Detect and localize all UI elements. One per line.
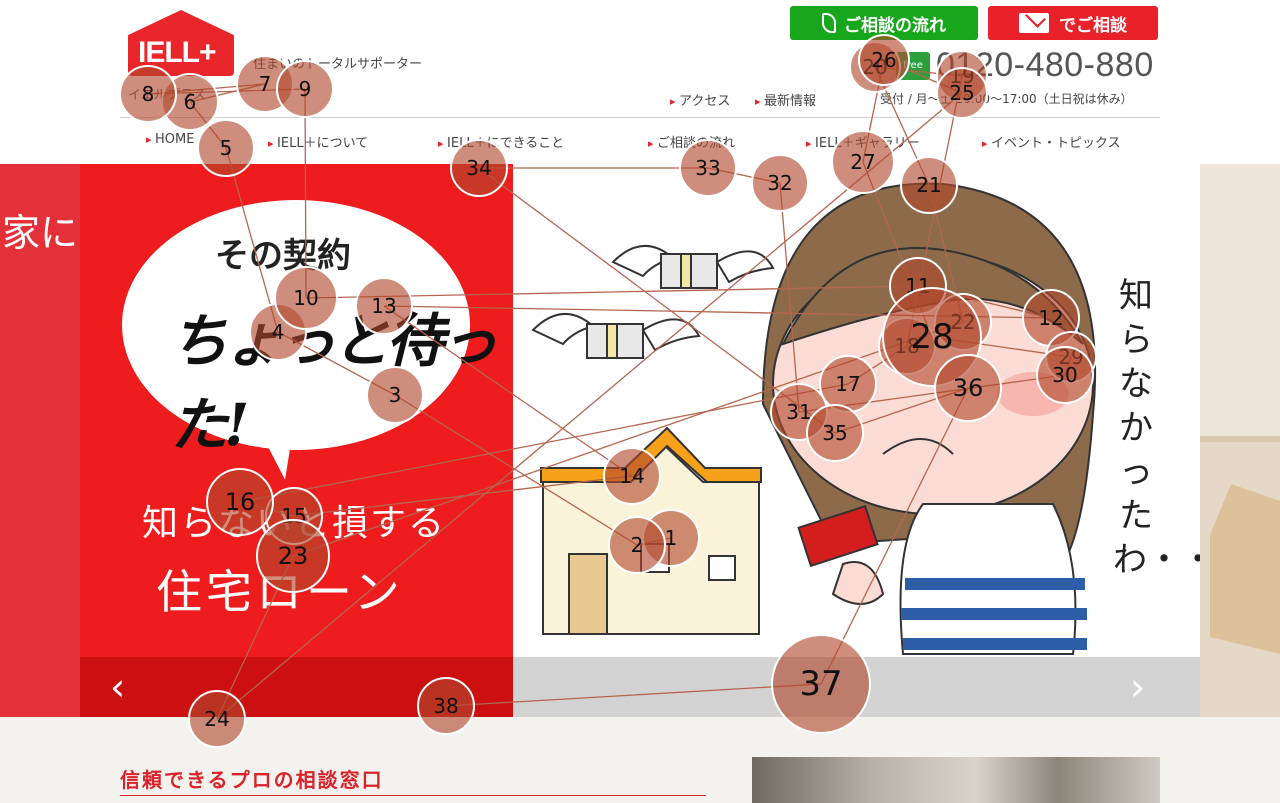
site-header: IELL+ イエルプラス 住まいのトータルサポーター ご相談の流れ でご相談 f… (0, 0, 1280, 164)
next-slide-peek (1200, 164, 1280, 717)
bubble-line-1: その契約 (215, 236, 351, 276)
hero-subheading: 知らないと損する (142, 503, 447, 544)
tagline: 住まいのトータルサポーター (253, 57, 423, 72)
hero-vertical-text: 知らなかったわ・・・ (1113, 276, 1249, 580)
house-icon (540, 426, 762, 635)
logo-ruby: イエルプラス (128, 88, 206, 103)
mail-consult-button[interactable]: でご相談 (988, 6, 1158, 40)
nav-home[interactable]: HOME (146, 132, 194, 147)
woman-illustration (761, 182, 1097, 655)
illustration-svg (531, 182, 1097, 655)
hero-heading: 住宅ローン (156, 565, 404, 619)
nav-services[interactable]: IELL＋にできること (438, 132, 564, 151)
business-hours: 受付 / 月～土 10:00～17:00（土日祝は休み） (880, 92, 1133, 106)
previous-slide-peek: 家に (0, 164, 80, 717)
slider-controls: ‹ › (80, 657, 1200, 717)
hero-illustration (513, 164, 1200, 657)
consultation-photo (752, 757, 1160, 803)
nav-gallery[interactable]: IELL＋ギャラリー (806, 132, 920, 151)
section-title-underline (120, 795, 706, 796)
page: IELL+ イエルプラス 住まいのトータルサポーター ご相談の流れ でご相談 f… (0, 0, 1280, 803)
freedial-icon: free dial (896, 52, 930, 99)
mail-icon (1019, 13, 1049, 33)
site-logo[interactable]: IELL+ (128, 10, 234, 76)
slider-bar-left (80, 657, 513, 717)
section-title: 信頼できるプロの相談窓口 (120, 768, 384, 792)
consultation-flow-label: ご相談の流れ (844, 15, 946, 36)
nav-about[interactable]: IELL＋について (268, 132, 368, 151)
news-link[interactable]: 最新情報 (755, 90, 816, 109)
consultation-flow-button[interactable]: ご相談の流れ (790, 6, 978, 40)
wooden-blocks (1210, 484, 1280, 654)
flying-money-icon (611, 244, 775, 289)
hero-slider: 家に その契約 ちょっと待った! 知らないと損する 住宅ローン 知らなかったわ … (0, 164, 1280, 717)
access-link[interactable]: アクセス (670, 90, 730, 109)
header-divider (120, 117, 1160, 118)
nav-consultation-flow[interactable]: ご相談の流れ (648, 132, 735, 151)
slider-next-arrow-icon[interactable]: › (1130, 665, 1145, 709)
mail-consult-label: でご相談 (1059, 15, 1127, 36)
phone-number[interactable]: 0120-480-880 (936, 46, 1154, 85)
logo-text: IELL+ (138, 36, 217, 69)
flying-money-icon (531, 312, 701, 359)
next-slide-shelf (1200, 164, 1280, 442)
bubble-line-2: ちょっと待った! (170, 307, 498, 459)
beginner-leaf-icon (822, 13, 836, 33)
slider-bar-right (513, 657, 1200, 717)
hero-red-panel: その契約 ちょっと待った! 知らないと損する 住宅ローン (80, 164, 513, 717)
nav-events[interactable]: イベント・トピックス (982, 132, 1121, 151)
slider-prev-arrow-icon[interactable]: ‹ (110, 665, 125, 709)
